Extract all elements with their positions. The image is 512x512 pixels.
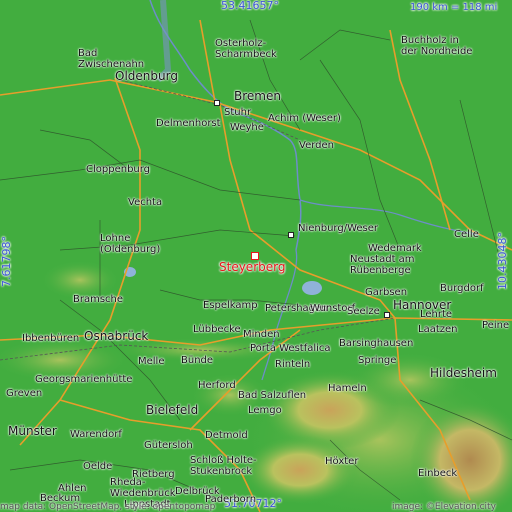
city-label-stuhr: Stuhr (224, 107, 252, 118)
city-label-porta: Porta Westfalica (250, 343, 331, 354)
city-label-minden: Minden (243, 329, 280, 340)
city-label-melle: Melle (138, 356, 165, 367)
city-label-lohne: Lohne (Oldenburg) (100, 233, 161, 255)
city-label-barsinghausen: Barsinghausen (339, 338, 414, 349)
city-label-celle: Celle (454, 229, 479, 240)
city-label-hameln: Hameln (328, 383, 367, 394)
city-label-ibbenburen: Ibbenbüren (22, 333, 80, 344)
city-label-weyhe: Weyhe (230, 122, 264, 133)
city-label-burgdorf: Burgdorf (440, 283, 484, 294)
image-attribution: image: ©Elevation.city (392, 502, 496, 512)
bremen-dot (214, 100, 220, 106)
city-label-hoxter: Höxter (325, 456, 359, 467)
city-label-gutersloh: Gütersloh (144, 440, 193, 451)
map-attribution: map data: OpenStreetMap, style: opentopo… (0, 502, 216, 512)
city-label-garbsen: Garbsen (365, 287, 408, 298)
city-label-lemgo: Lemgo (248, 405, 282, 416)
city-label-hildesheim: Hildesheim (430, 366, 497, 380)
nienburg-dot (288, 232, 294, 238)
top-latitude-label: 53.41657° (221, 0, 279, 12)
city-label-vechta: Vechta (128, 197, 163, 208)
city-label-springe: Springe (358, 355, 397, 366)
city-label-neustadt: Neustadt am Rübenberge (350, 254, 415, 276)
city-label-buchholz: Buchholz in der Nordheide (401, 35, 473, 57)
city-label-oelde: Oelde (83, 461, 113, 472)
city-label-bad-zwischenahn: Bad Zwischenahn (78, 48, 145, 70)
highlighted-city-label: Steyerberg (219, 260, 286, 274)
city-label-herford: Herford (198, 380, 236, 391)
city-label-cloppenburg: Cloppenburg (86, 164, 151, 175)
city-label-munster: Münster (8, 424, 57, 438)
right-longitude-label: 10.43048° (496, 232, 509, 290)
topographic-map[interactable]: 53.41657° 51.70712° 7.61798° 10.43048° 1… (0, 0, 512, 512)
city-label-laatzen: Laatzen (418, 324, 458, 335)
city-label-rinteln: Rinteln (275, 359, 311, 370)
city-label-osnabruck: Osnabrück (84, 329, 149, 343)
city-label-detmold: Detmold (205, 430, 248, 441)
city-label-peine: Peine (482, 320, 510, 331)
city-label-warendorf: Warendorf (70, 429, 122, 440)
city-label-rheda: Rheda- Wiedenbrück (110, 477, 176, 499)
city-label-delbruck: Delbrück (175, 486, 220, 497)
city-label-bremen: Bremen (234, 89, 281, 103)
city-label-osterholz: Osterholz- Scharmbeck (215, 38, 277, 60)
city-label-schloss: Schloß Holte- Stukenbrock (190, 455, 257, 477)
city-label-oldenburg: Oldenburg (115, 69, 178, 83)
city-label-seelze: Seelze (347, 306, 380, 317)
city-label-greven: Greven (6, 388, 43, 399)
city-label-bielefeld: Bielefeld (146, 403, 199, 417)
city-label-verden: Verden (299, 140, 334, 151)
city-label-espelkamp: Espelkamp (203, 300, 258, 311)
city-label-lubbecke: Lübbecke (193, 324, 241, 335)
city-label-delmenhorst: Delmenhorst (156, 118, 221, 129)
left-longitude-label: 7.61798° (0, 236, 13, 287)
city-label-bunde: Bünde (181, 355, 214, 366)
city-label-bramsche: Bramsche (73, 294, 124, 305)
city-label-einbeck: Einbeck (418, 468, 458, 479)
hannover-dot (384, 312, 390, 318)
steyerberg-marker[interactable] (251, 252, 259, 260)
city-label-nienburg: Nienburg/Weser (298, 223, 379, 234)
city-label-achim: Achim (Weser) (268, 113, 341, 124)
scale-label: 190 km = 118 mi (410, 2, 498, 13)
city-label-lehrte: Lehrte (420, 309, 453, 320)
city-label-georgsmarienhutte: Georgsmarienhütte (35, 374, 133, 385)
city-label-bad-salzuflen: Bad Salzuflen (238, 390, 307, 401)
city-label-wedemark: Wedemark (368, 243, 422, 254)
